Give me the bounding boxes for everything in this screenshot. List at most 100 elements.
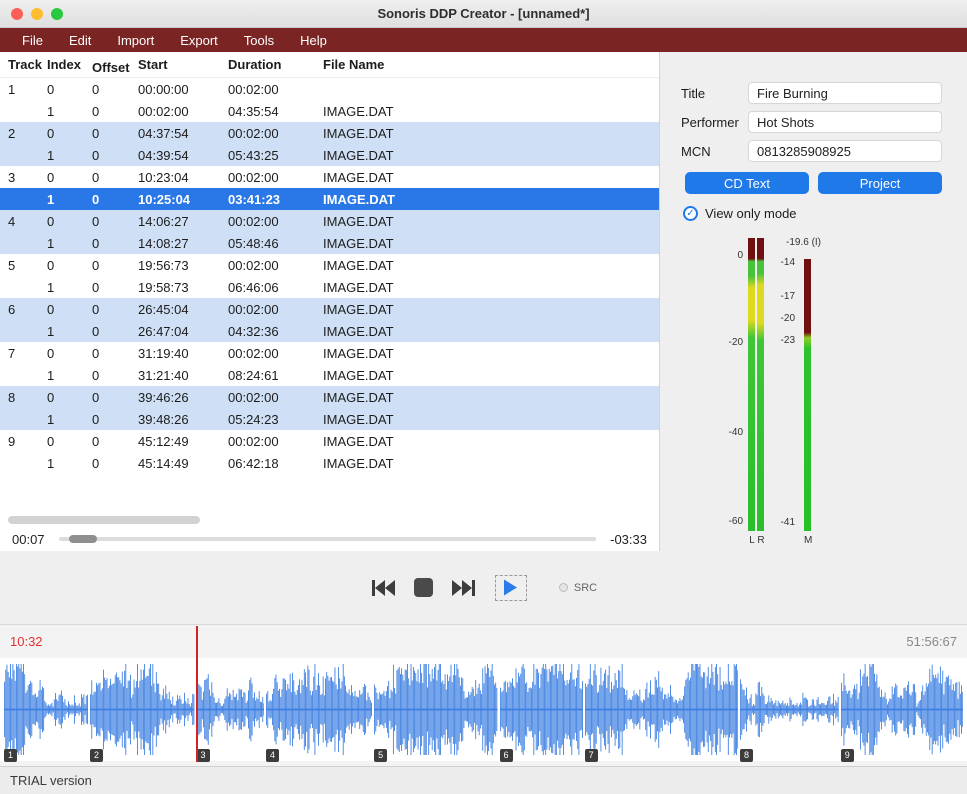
cell-file: IMAGE.DAT	[323, 456, 660, 471]
channel-label-r: R	[757, 535, 765, 546]
menu-tools[interactable]: Tools	[231, 30, 287, 51]
title-input[interactable]	[748, 82, 942, 104]
track-marker[interactable]: 3	[197, 749, 210, 762]
playhead[interactable]	[196, 626, 198, 762]
cell-index: 0	[47, 346, 92, 361]
transport-bar: SRC	[0, 551, 967, 625]
track-marker[interactable]: 4	[266, 749, 279, 762]
waveform-segment[interactable]: 2	[90, 658, 194, 761]
cell-offset: 0	[92, 148, 138, 163]
src-indicator-icon[interactable]	[559, 583, 568, 592]
cell-duration: 00:02:00	[228, 302, 323, 317]
minimize-window-button[interactable]	[31, 8, 43, 20]
menu-edit[interactable]: Edit	[56, 30, 104, 51]
cell-offset: 0	[92, 214, 138, 229]
column-header-offset[interactable]: Offset	[92, 60, 138, 75]
skip-back-button[interactable]	[370, 578, 396, 598]
mcn-input[interactable]	[748, 140, 942, 162]
column-header-duration[interactable]: Duration	[228, 57, 323, 72]
cell-index: 1	[47, 280, 92, 295]
seek-slider-thumb[interactable]	[69, 535, 97, 543]
menu-import[interactable]: Import	[104, 30, 167, 51]
waveform-segment[interactable]: 6	[500, 658, 583, 761]
cell-index: 0	[47, 170, 92, 185]
waveform-strip[interactable]: 1 2 3 4 5 6 7 8 9	[0, 658, 967, 761]
table-row[interactable]: 1014:08:2705:48:46IMAGE.DAT	[0, 232, 659, 254]
cell-offset: 0	[92, 324, 138, 339]
column-header-start[interactable]: Start	[138, 57, 228, 72]
cell-start: 00:02:00	[138, 104, 228, 119]
window-controls	[11, 8, 63, 20]
cell-start: 26:45:04	[138, 302, 228, 317]
skip-forward-button[interactable]	[451, 578, 477, 598]
cd-text-button[interactable]: CD Text	[685, 172, 809, 194]
seek-slider[interactable]	[59, 537, 597, 541]
cell-file: IMAGE.DAT	[323, 346, 660, 361]
waveform-graphic	[197, 658, 265, 761]
menu-export[interactable]: Export	[167, 30, 231, 51]
track-marker[interactable]: 1	[4, 749, 17, 762]
table-row[interactable]: 40014:06:2700:02:00IMAGE.DATUSQ	[0, 210, 659, 232]
cell-index: 1	[47, 324, 92, 339]
cell-start: 45:12:49	[138, 434, 228, 449]
stop-button[interactable]	[414, 578, 433, 597]
waveform-segment[interactable]: 8	[740, 658, 839, 761]
column-header-track[interactable]: Track	[8, 57, 47, 72]
zoom-window-button[interactable]	[51, 8, 63, 20]
cell-file: IMAGE.DAT	[323, 324, 660, 339]
scrollbar-thumb[interactable]	[8, 516, 200, 524]
cell-duration: 00:02:00	[228, 434, 323, 449]
column-header-index[interactable]: Index	[47, 57, 92, 72]
timeline-position: 10:32	[10, 634, 43, 649]
table-row[interactable]: 80039:46:2600:02:00IMAGE.DATUSQ	[0, 386, 659, 408]
track-marker[interactable]: 7	[585, 749, 598, 762]
track-marker[interactable]: 9	[841, 749, 854, 762]
m-scale-23: -23	[769, 335, 795, 346]
play-button[interactable]	[495, 575, 527, 601]
waveform-graphic	[266, 658, 372, 761]
waveform-segment[interactable]: 4	[266, 658, 372, 761]
table-row[interactable]: 50019:56:7300:02:00IMAGE.DATUSQ	[0, 254, 659, 276]
status-bar: TRIAL version	[0, 766, 967, 794]
table-row[interactable]: 1026:47:0404:32:36IMAGE.DAT	[0, 320, 659, 342]
close-window-button[interactable]	[11, 8, 23, 20]
waveform-graphic	[374, 658, 497, 761]
cell-track: 9	[8, 434, 47, 449]
cell-duration: 03:41:23	[228, 192, 323, 207]
waveform-segment[interactable]: 5	[374, 658, 497, 761]
cell-index: 1	[47, 236, 92, 251]
table-row[interactable]: 1000:02:0004:35:54IMAGE.DAT	[0, 100, 659, 122]
menu-file[interactable]: File	[9, 30, 56, 51]
project-button[interactable]: Project	[818, 172, 942, 194]
table-row[interactable]: 1031:21:4008:24:61IMAGE.DAT	[0, 364, 659, 386]
table-row[interactable]: 1004:39:5405:43:25IMAGE.DAT	[0, 144, 659, 166]
table-row[interactable]: 1045:14:4906:42:18IMAGE.DAT	[0, 452, 659, 474]
table-row[interactable]: 10000:00:0000:02:00USQ	[0, 78, 659, 100]
table-row[interactable]: 1010:25:0403:41:23IMAGE.DAT	[0, 188, 659, 210]
table-row[interactable]: 1019:58:7306:46:06IMAGE.DAT	[0, 276, 659, 298]
track-marker[interactable]: 6	[500, 749, 513, 762]
cell-offset: 0	[92, 170, 138, 185]
waveform-segment[interactable]: 7	[585, 658, 738, 761]
table-row[interactable]: 90045:12:4900:02:00IMAGE.DATUSQ	[0, 430, 659, 452]
waveform-segment[interactable]: 1	[4, 658, 88, 761]
table-row[interactable]: 60026:45:0400:02:00IMAGE.DATUSQ	[0, 298, 659, 320]
cell-file: IMAGE.DAT	[323, 258, 660, 273]
performer-input[interactable]	[748, 111, 942, 133]
table-row[interactable]: 30010:23:0400:02:00IMAGE.DATUSQ	[0, 166, 659, 188]
status-text: TRIAL version	[10, 773, 92, 788]
table-row[interactable]: 1039:48:2605:24:23IMAGE.DAT	[0, 408, 659, 430]
track-marker[interactable]: 5	[374, 749, 387, 762]
view-only-checked-icon[interactable]	[683, 206, 698, 221]
menu-help[interactable]: Help	[287, 30, 340, 51]
track-marker[interactable]: 8	[740, 749, 753, 762]
track-marker[interactable]: 2	[90, 749, 103, 762]
cell-start: 31:19:40	[138, 346, 228, 361]
waveform-segment[interactable]: 9	[841, 658, 963, 761]
view-only-row: View only mode	[683, 206, 942, 221]
view-only-label: View only mode	[705, 206, 797, 221]
table-row[interactable]: 70031:19:4000:02:00IMAGE.DATUSQ	[0, 342, 659, 364]
table-row[interactable]: 20004:37:5400:02:00IMAGE.DATUSQ	[0, 122, 659, 144]
waveform-segment[interactable]: 3	[197, 658, 265, 761]
column-header-filename[interactable]: File Name	[323, 57, 660, 72]
